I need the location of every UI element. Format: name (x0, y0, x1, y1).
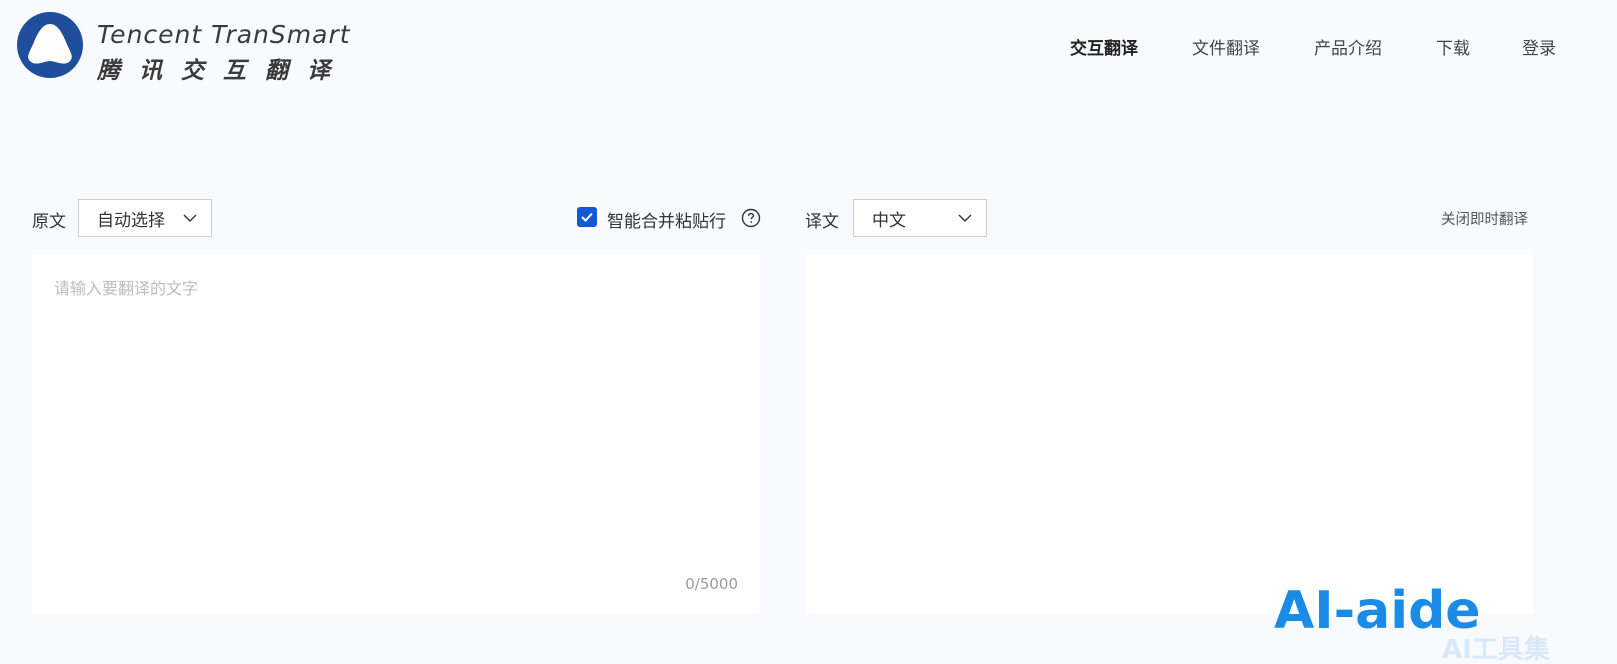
source-text-input[interactable] (32, 255, 760, 614)
nav-item-download[interactable]: 下载 (1436, 34, 1470, 59)
target-label: 译文 (805, 212, 839, 232)
target-language-select[interactable]: 中文 (853, 199, 987, 237)
toggle-instant-translate[interactable]: 关闭即时翻译 (1441, 208, 1528, 229)
target-language-value: 中文 (872, 210, 906, 231)
check-icon (581, 212, 593, 222)
char-counter: 0/5000 (685, 575, 738, 593)
source-language-select[interactable]: 自动选择 (78, 199, 212, 237)
watermark-suffix: AI工具集 (1442, 634, 1551, 664)
ai-aide-watermark: AI-aide AI工具集 (1274, 581, 1551, 664)
watermark-text: AI-aide (1274, 581, 1481, 641)
top-nav: 交互翻译 文件翻译 产品介绍 下载 登录 (0, 34, 1617, 60)
question-circle-icon[interactable] (741, 208, 761, 228)
nav-item-interactive-translate[interactable]: 交互翻译 (1070, 34, 1138, 59)
source-label: 原文 (32, 212, 66, 232)
source-language-value: 自动选择 (97, 210, 165, 231)
nav-item-file-translate[interactable]: 文件翻译 (1192, 34, 1260, 59)
nav-item-product-intro[interactable]: 产品介绍 (1314, 34, 1382, 59)
smart-merge-label[interactable]: 智能合并粘贴行 (607, 207, 726, 232)
chevron-down-icon (183, 214, 197, 222)
target-panel (805, 255, 1533, 614)
source-panel: 0/5000 (32, 255, 760, 614)
nav-item-login[interactable]: 登录 (1522, 34, 1556, 59)
chevron-down-icon (958, 214, 972, 222)
smart-merge-checkbox[interactable] (577, 207, 597, 227)
transmart-page: Tencent TranSmart 腾讯交互翻译 交互翻译 文件翻译 产品介绍 … (0, 0, 1617, 664)
